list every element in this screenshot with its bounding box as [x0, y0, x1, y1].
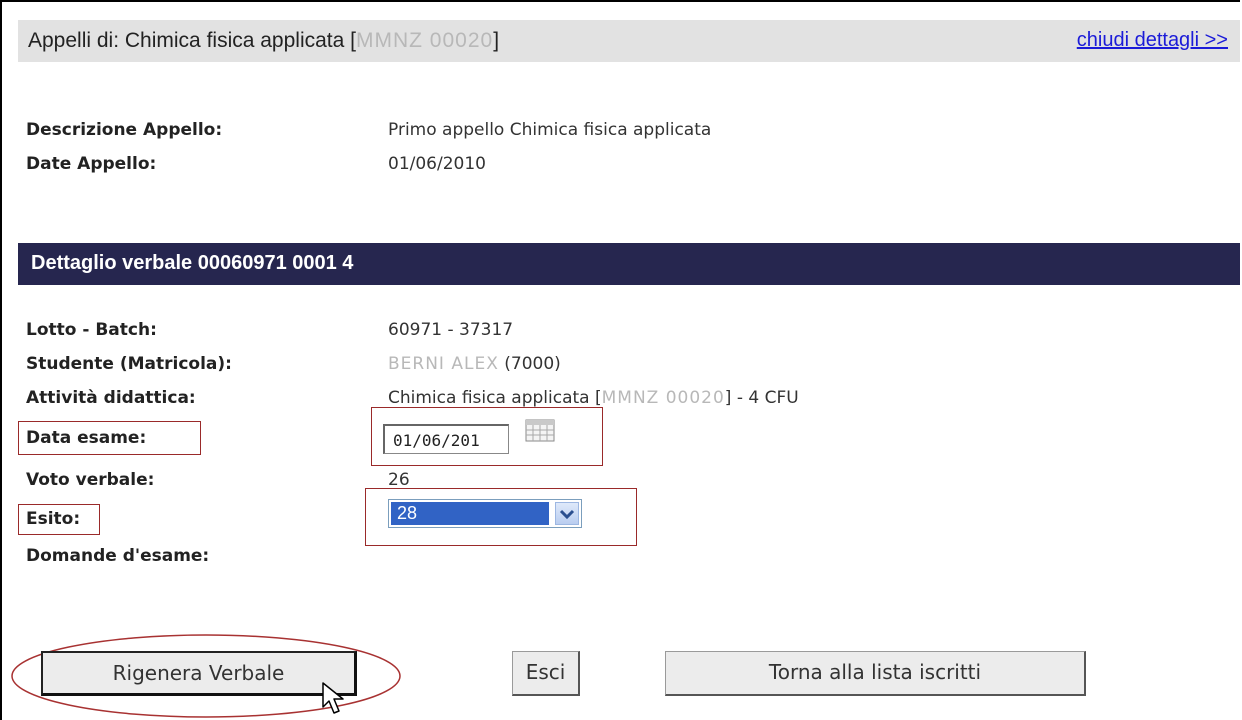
- data-esame-input[interactable]: 01/06/201: [383, 424, 509, 454]
- data-esame-label: Data esame:: [26, 428, 147, 448]
- back-to-list-button[interactable]: Torna alla lista iscritti: [665, 651, 1086, 696]
- page-title-suffix: ]: [493, 29, 500, 52]
- student-matricola: (7000): [504, 354, 561, 374]
- header-bar: Appelli di: Chimica fisica applicata [MM…: [18, 20, 1240, 62]
- lotto-value: 60971 - 37317: [388, 320, 514, 340]
- page-title-prefix: Appelli di: Chimica fisica applicata [: [28, 29, 356, 52]
- attivita-label: Attività didattica:: [26, 388, 196, 408]
- chevron-down-icon: [559, 509, 575, 520]
- attivita-prefix: Chimica fisica applicata [: [388, 388, 602, 408]
- course-code-redacted: MMNZ 00020: [355, 29, 494, 52]
- lotto-label: Lotto - Batch:: [26, 320, 157, 340]
- esito-select[interactable]: 28: [388, 499, 582, 528]
- esito-label: Esito:: [26, 509, 81, 529]
- attivita-suffix: ] - 4 CFU: [724, 388, 799, 408]
- esito-selected-value[interactable]: 28: [390, 501, 550, 526]
- dropdown-button[interactable]: [555, 502, 579, 525]
- section-header: Dettaglio verbale 00060971 0001 4: [18, 243, 1240, 285]
- regenerate-verbale-button[interactable]: Rigenera Verbale: [41, 651, 357, 696]
- domande-label: Domande d'esame:: [26, 546, 210, 566]
- close-details-link[interactable]: chiudi dettagli >>: [1077, 29, 1228, 52]
- studente-value: BERNI ALEX (7000): [388, 354, 561, 374]
- attivita-code-redacted: MMNZ 00020: [601, 388, 725, 408]
- voto-label: Voto verbale:: [26, 470, 155, 490]
- date-appello-label: Date Appello:: [26, 154, 157, 174]
- voto-value: 26: [388, 470, 410, 490]
- calendar-icon[interactable]: [525, 418, 555, 442]
- date-appello-value: 01/06/2010: [388, 154, 486, 174]
- page-title: Appelli di: Chimica fisica applicata [MM…: [28, 29, 499, 53]
- section-title: Dettaglio verbale 00060971 0001 4: [31, 252, 354, 274]
- exit-button[interactable]: Esci: [512, 651, 580, 696]
- mouse-pointer-icon: [322, 682, 344, 714]
- attivita-value: Chimica fisica applicata [MMNZ 00020] - …: [388, 388, 799, 408]
- descrizione-appello-label: Descrizione Appello:: [26, 120, 223, 140]
- student-name-redacted: BERNI ALEX: [388, 354, 499, 374]
- descrizione-appello-value: Primo appello Chimica fisica applicata: [388, 120, 712, 140]
- studente-label: Studente (Matricola):: [26, 354, 232, 374]
